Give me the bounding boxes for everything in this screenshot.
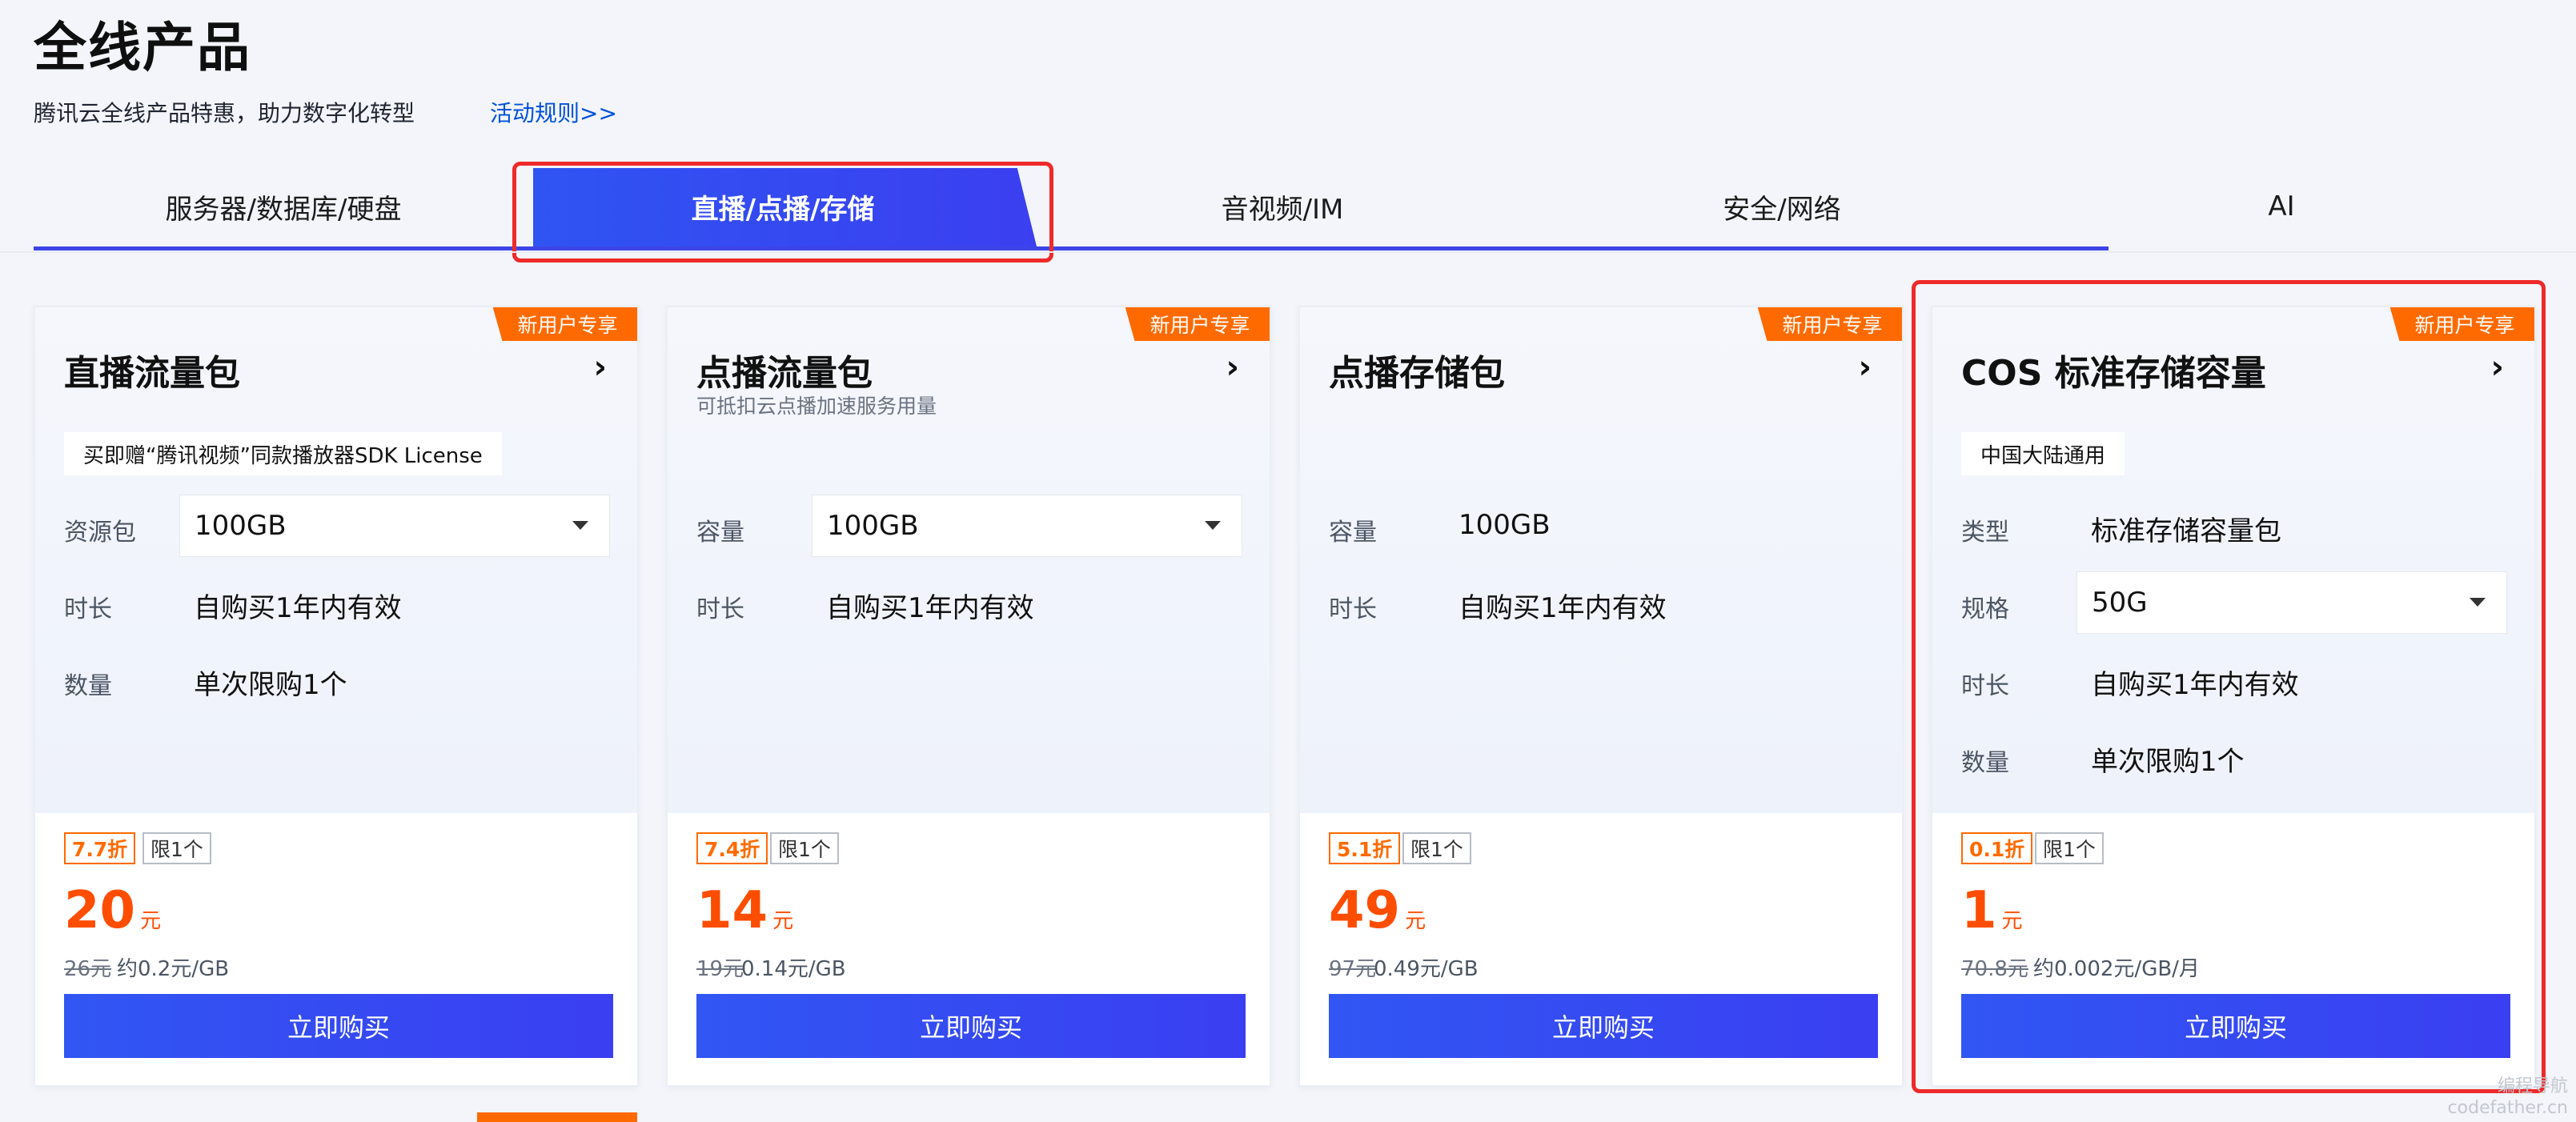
caret-down-icon — [1205, 521, 1221, 530]
product-card-cos-standard-storage: 新用户专享 COS 标准存储容量 › 中国大陆通用 类型 标准存储容量包 规格 … — [1931, 306, 2536, 1087]
row-value-duration: 自购买1年内有效 — [1459, 592, 1667, 624]
card-subtitle: 可抵扣云点播加速服务用量 — [696, 395, 937, 418]
tab-ai[interactable]: AI — [2032, 163, 2531, 250]
select-value: 100GB — [195, 510, 287, 542]
new-user-badge: 新用户专享 — [1757, 307, 1902, 341]
product-card-vod-storage: 新用户专享 点播存储包 › 容量 100GB 时长 自购买1年内有效 5.1折 … — [1298, 306, 1904, 1087]
product-card-vod-traffic: 新用户专享 点播流量包 可抵扣云点播加速服务用量 › 容量 100GB 时长 自… — [666, 306, 1271, 1087]
row-label-spec: 规格 — [1961, 595, 2009, 623]
select-value: 100GB — [827, 510, 919, 542]
tab-security-network[interactable]: 安全/网络 — [1532, 163, 2032, 250]
price: 1元 — [1961, 881, 2023, 940]
row-value-duration: 自购买1年内有效 — [2091, 669, 2299, 701]
chevron-right-icon[interactable]: › — [2491, 349, 2504, 386]
unit-price: 0.14元/GB — [741, 957, 846, 981]
tabs-divider — [0, 251, 2576, 253]
page-subtitle: 腾讯云全线产品特惠，助力数字化转型 — [34, 100, 415, 126]
chevron-right-icon[interactable]: › — [1859, 349, 1872, 386]
buy-now-button[interactable]: 立即购买 — [64, 994, 613, 1058]
price: 49 元 — [1329, 881, 1426, 940]
chevron-right-icon[interactable]: › — [1226, 349, 1239, 386]
card-title: 点播存储包 — [1329, 353, 1505, 394]
product-category-tabs: 服务器/数据库/硬盘 直播/点播/存储 音视频/IM 安全/网络 AI — [34, 163, 2531, 250]
limit-badge: 限1个 — [142, 832, 211, 864]
new-user-badge: 新用户专享 — [2389, 307, 2534, 341]
new-user-badge: 新用户专享 — [492, 307, 637, 341]
price: 14 元 — [696, 881, 794, 940]
tab-live-vod-storage[interactable]: 直播/点播/存储 — [533, 163, 1033, 250]
tab-servers-db-disk[interactable]: 服务器/数据库/硬盘 — [34, 163, 533, 250]
select-value: 50G — [2092, 587, 2148, 619]
unit-price: 0.49元/GB — [1374, 957, 1479, 981]
original-price: 26元 — [64, 957, 112, 981]
unit-price: 约0.002元/GB/月 — [2033, 957, 2200, 981]
price: 20 元 — [64, 881, 162, 940]
unit-price: 约0.2元/GB — [117, 957, 230, 981]
caret-down-icon — [572, 521, 588, 530]
row-label-duration: 时长 — [696, 595, 744, 623]
row-label-duration: 时长 — [1961, 672, 2009, 700]
original-price: 97元 — [1329, 957, 1377, 981]
limit-badge: 限1个 — [2035, 832, 2104, 864]
chevron-right-icon[interactable]: › — [594, 349, 607, 386]
card-tag: 买即赠“腾讯视频”同款播放器SDK License — [64, 432, 502, 475]
limit-badge: 限1个 — [770, 832, 839, 864]
card-tag: 中国大陆通用 — [1961, 432, 2125, 475]
resource-package-select[interactable]: 100GB — [179, 495, 610, 557]
row-label-quantity: 数量 — [1961, 749, 2009, 777]
spec-select[interactable]: 50G — [2076, 571, 2507, 634]
row-label-capacity: 容量 — [1329, 519, 1377, 547]
next-row-badge-peek — [477, 1112, 637, 1122]
card-title: 直播流量包 — [64, 353, 240, 394]
buy-now-button[interactable]: 立即购买 — [1961, 994, 2510, 1058]
row-value-duration: 自购买1年内有效 — [194, 592, 402, 624]
tab-underline — [34, 246, 2109, 250]
row-label-resource: 资源包 — [64, 519, 136, 547]
row-label-capacity: 容量 — [696, 519, 744, 547]
discount-badge: 7.7折 — [64, 832, 136, 864]
activity-rules-link[interactable]: 活动规则>> — [490, 96, 617, 128]
row-value-capacity: 100GB — [1459, 509, 1551, 541]
page-title: 全线产品 — [34, 17, 251, 78]
buy-now-button[interactable]: 立即购买 — [1329, 994, 1878, 1058]
limit-badge: 限1个 — [1402, 832, 1471, 864]
row-value-duration: 自购买1年内有效 — [826, 592, 1034, 624]
card-title: COS 标准存储容量 — [1961, 353, 2266, 394]
card-title: 点播流量包 — [696, 353, 873, 394]
original-price: 19元 — [696, 957, 744, 981]
discount-badge: 5.1折 — [1329, 832, 1401, 864]
original-price: 70.8元 — [1961, 957, 2028, 981]
tab-audio-video-im[interactable]: 音视频/IM — [1033, 163, 1532, 250]
caret-down-icon — [2470, 598, 2486, 607]
row-value-type: 标准存储容量包 — [2091, 515, 2281, 547]
discount-badge: 0.1折 — [1961, 832, 2033, 864]
row-label-duration: 时长 — [1329, 595, 1377, 623]
row-label-type: 类型 — [1961, 519, 2009, 547]
row-label-duration: 时长 — [64, 595, 112, 623]
product-card-live-traffic: 新用户专享 直播流量包 › 买即赠“腾讯视频”同款播放器SDK License … — [34, 306, 639, 1087]
capacity-select[interactable]: 100GB — [812, 495, 1242, 557]
row-value-quantity: 单次限购1个 — [2091, 746, 2245, 778]
watermark: 编程导航 codefather.cn — [2447, 1076, 2568, 1118]
row-label-quantity: 数量 — [64, 672, 112, 700]
row-value-quantity: 单次限购1个 — [194, 669, 347, 701]
buy-now-button[interactable]: 立即购买 — [696, 994, 1246, 1058]
discount-badge: 7.4折 — [696, 832, 768, 864]
new-user-badge: 新用户专享 — [1125, 307, 1270, 341]
